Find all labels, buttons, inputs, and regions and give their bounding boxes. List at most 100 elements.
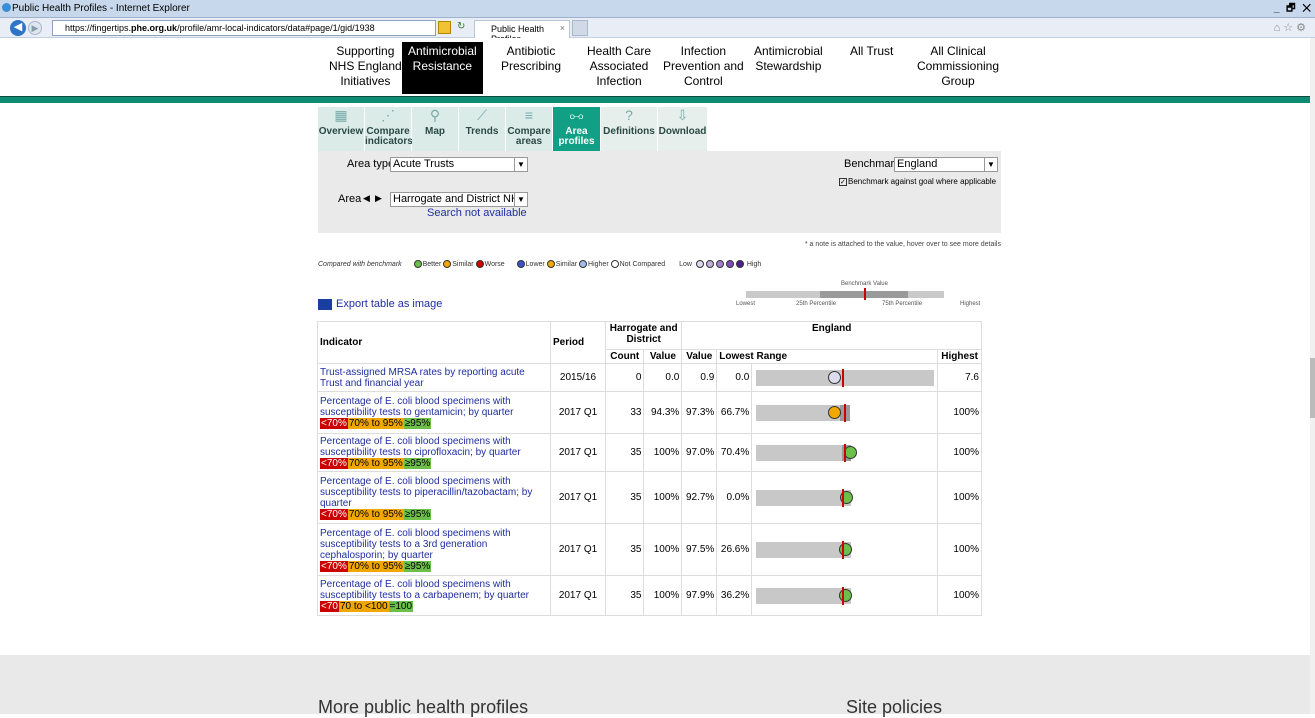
area-value-marker[interactable] (839, 588, 853, 602)
area-value-marker[interactable] (828, 370, 842, 384)
worse-dot-icon (475, 260, 484, 268)
indicator-cell[interactable]: Percentage of E. coli blood specimens wi… (317, 575, 551, 616)
indicator-link[interactable]: Percentage of E. coli blood specimens wi… (320, 436, 521, 458)
period-cell: 2017 Q1 (550, 523, 606, 576)
indicator-link[interactable]: Percentage of E. coli blood specimens wi… (320, 579, 529, 601)
map-pin-icon: ⚲ (429, 107, 441, 123)
tab-definitions[interactable]: ? Definitions (601, 107, 657, 151)
threshold-badge: <70 (320, 601, 339, 612)
count-cell: 35 (604, 433, 645, 472)
tab-trends[interactable]: ⟋ Trends (459, 107, 505, 151)
indicator-cell[interactable]: Percentage of E. coli blood specimens wi… (317, 471, 551, 524)
threshold-badge: 70% to 95% (347, 560, 404, 572)
value-cell: 100% (643, 523, 683, 576)
checkbox-icon[interactable]: ✓ (839, 177, 847, 186)
threshold-badge: 70 to <100 (338, 601, 389, 612)
download-icon: ⇩ (676, 107, 689, 123)
sliders-icon: ⧟ (569, 107, 584, 123)
nav-supporting-nhs[interactable]: Supporting NHS England Initiatives (329, 44, 402, 89)
benchmark-marker (842, 488, 845, 507)
threshold-badge: 70% to 95% (347, 418, 404, 429)
table-row: Percentage of E. coli blood specimens wi… (317, 575, 982, 616)
quintile-5-dot-icon (735, 260, 744, 268)
forward-button[interactable]: ▶ (28, 21, 42, 35)
count-cell: 33 (604, 391, 645, 434)
threshold-badge: <70% (320, 458, 348, 469)
indicator-cell[interactable]: Trust-assigned MRSA rates by reporting a… (317, 363, 551, 392)
area-value-marker[interactable] (839, 542, 853, 556)
indicator-cell[interactable]: Percentage of E. coli blood specimens wi… (317, 433, 551, 472)
nav-antimicrobial-resistance[interactable]: Antimicrobial Resistance (402, 42, 483, 94)
nav-health-care-associated[interactable]: Health Care Associated Infection (587, 44, 651, 89)
benchmark-goal-checkbox[interactable]: ✓ Benchmark against goal where applicable (839, 177, 996, 186)
prev-area-arrow-icon[interactable]: ◀ (363, 193, 370, 204)
page-scrollbar[interactable] (1310, 38, 1315, 714)
tab-area-profiles[interactable]: ⧟ Area profiles (553, 107, 600, 151)
area-value-marker[interactable] (828, 405, 842, 419)
similar2-dot-icon (546, 260, 555, 268)
lowest-cell: 0.0 (716, 363, 753, 392)
refresh-icon[interactable]: ↻ (457, 21, 465, 32)
col-lowest-range: Lowest Range (716, 349, 939, 364)
indicator-link[interactable]: Percentage of E. coli blood specimens wi… (320, 476, 532, 509)
england-value-cell: 97.9% (681, 575, 718, 616)
threshold-badge: 70% to 95% (347, 458, 404, 469)
indicator-cell[interactable]: Percentage of E. coli blood specimens wi… (317, 391, 551, 434)
indicator-cell[interactable]: Percentage of E. coli blood specimens wi… (317, 523, 551, 576)
highest-cell: 7.6 (937, 363, 982, 392)
nav-antibiotic-prescribing[interactable]: Antibiotic Prescribing (501, 44, 561, 74)
indicator-link[interactable]: Percentage of E. coli blood specimens wi… (320, 396, 513, 418)
new-tab-button[interactable] (572, 20, 588, 36)
nav-all-ccg[interactable]: All Clinical Commissioning Group (917, 44, 999, 89)
scrollbar-thumb[interactable] (1310, 358, 1315, 418)
window-controls[interactable]: _ 🗗 ✕ (1274, 1, 1313, 18)
not-compared-dot-icon (610, 260, 619, 268)
address-bar[interactable]: https://fingertips.phe.org.uk/profile/am… (52, 20, 436, 36)
nav-infection-prevention[interactable]: Infection Prevention and Control (663, 44, 744, 89)
range-bar (756, 540, 933, 559)
export-table-link[interactable]: Export table as image (318, 298, 442, 310)
browser-nav-bar: ◀ ▶ https://fingertips.phe.org.uk/profil… (0, 18, 1315, 44)
area-select[interactable]: Harrogate and District NHS ▼ (390, 192, 528, 207)
lowest-cell: 36.2% (716, 575, 753, 616)
browser-toolbar-icons[interactable]: ⌂☆⚙ (1274, 21, 1309, 34)
ie-logo-icon (2, 3, 11, 12)
benchmark-select[interactable]: England ▼ (894, 157, 998, 172)
similar-dot-icon (443, 260, 452, 268)
tab-overview[interactable]: ▦ Overview (318, 107, 364, 151)
legend: Compared with benchmark Better Similar W… (318, 260, 762, 268)
quintile-2-dot-icon (705, 260, 714, 268)
range-cell (751, 471, 939, 524)
lock-icon[interactable] (438, 21, 451, 34)
tab-compare-areas[interactable]: ≡ Compare areas (506, 107, 552, 151)
tab-map[interactable]: ⚲ Map (412, 107, 458, 151)
overview-icon: ▦ (334, 107, 348, 123)
quintile-4-dot-icon (725, 260, 734, 268)
tab-download[interactable]: ⇩ Download (658, 107, 707, 151)
highest-cell: 100% (937, 575, 982, 616)
footer-more-profiles: More public health profiles (318, 697, 529, 717)
next-area-arrow-icon[interactable]: ▶ (375, 193, 382, 204)
nav-all-trust[interactable]: All Trust (850, 44, 893, 59)
indicator-link[interactable]: Trust-assigned MRSA rates by reporting a… (320, 367, 525, 389)
count-cell: 0 (604, 363, 645, 392)
value-cell: 100% (643, 471, 683, 524)
col-evalue: Value (681, 349, 718, 364)
period-cell: 2017 Q1 (550, 433, 606, 472)
close-tab-icon[interactable]: × (560, 23, 565, 33)
threshold-badge: ≥95% (403, 508, 432, 520)
value-cell: 100% (643, 575, 683, 616)
tab-compare-indicators[interactable]: ⋰ Compare indicators (365, 107, 413, 151)
browser-tab[interactable]: Public Health Profiles× (474, 20, 570, 44)
footer: More public health profiles Site policie… (0, 655, 1310, 717)
site-top-nav: Supporting NHS England Initiatives Antim… (0, 38, 1315, 98)
area-type-select[interactable]: Acute Trusts ▼ (390, 157, 528, 172)
image-icon (318, 298, 332, 310)
highest-cell: 100% (937, 471, 982, 524)
back-button[interactable]: ◀ (10, 20, 26, 36)
quintile-3-dot-icon (715, 260, 724, 268)
nav-antimicrobial-stewardship[interactable]: Antimicrobial Stewardship (754, 44, 823, 74)
table-row: Percentage of E. coli blood specimens wi… (317, 391, 982, 434)
indicator-link[interactable]: Percentage of E. coli blood specimens wi… (320, 528, 511, 561)
scatter-icon: ⋰ (381, 107, 395, 123)
